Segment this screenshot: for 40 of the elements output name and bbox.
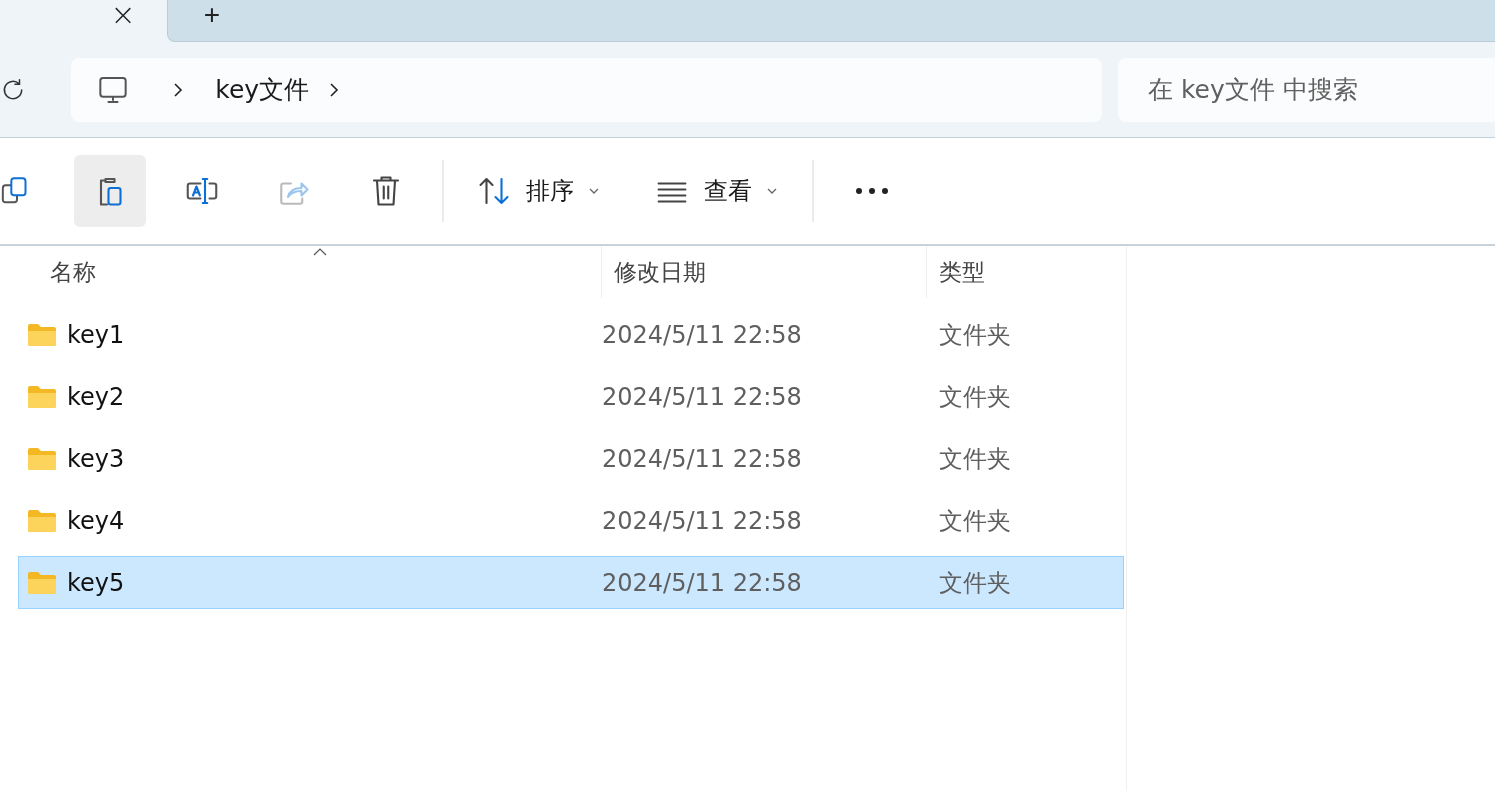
file-name: key3: [67, 444, 125, 473]
file-name: key2: [67, 382, 125, 411]
file-name: key1: [67, 320, 125, 349]
breadcrumb-item[interactable]: key文件: [215, 73, 310, 106]
modified-date: 2024/5/11 22:58: [602, 320, 803, 349]
new-tab-button[interactable]: +: [192, 0, 232, 30]
file-type: 文件夹: [938, 319, 1012, 351]
more-icon: [855, 187, 889, 195]
folder-icon: [27, 384, 57, 409]
column-header[interactable]: 类型: [926, 246, 1126, 298]
column-header[interactable]: 名称: [0, 246, 601, 298]
sort-menu-button[interactable]: 排序: [456, 161, 620, 221]
file-row[interactable]: key2 2024/5/11 22:58 文件夹: [18, 370, 1124, 423]
file-type: 文件夹: [938, 381, 1012, 413]
caret-icon: [588, 187, 600, 195]
file-row[interactable]: key4 2024/5/11 22:58 文件夹: [18, 494, 1124, 547]
file-type: 文件夹: [938, 443, 1012, 475]
folder-icon: [27, 508, 57, 533]
close-tab-button[interactable]: ×: [103, 0, 143, 30]
modified-date: 2024/5/11 22:58: [602, 506, 803, 535]
modified-date: 2024/5/11 22:58: [602, 382, 803, 411]
view-menu-button[interactable]: 查看: [634, 161, 798, 221]
file-type: 文件夹: [938, 505, 1012, 537]
file-row[interactable]: key1 2024/5/11 22:58 文件夹: [18, 308, 1124, 361]
column-header[interactable]: 修改日期: [601, 246, 926, 298]
folder-icon: [27, 570, 57, 595]
address-bar[interactable]: key文件: [71, 57, 1102, 122]
file-name: key4: [67, 506, 125, 535]
modified-date: 2024/5/11 22:58: [602, 444, 803, 473]
sort-ascending-icon: [313, 248, 327, 256]
folder-icon: [27, 322, 57, 347]
paste-button[interactable]: [74, 155, 146, 227]
file-row[interactable]: key3 2024/5/11 22:58 文件夹: [18, 432, 1124, 485]
caret-icon: [766, 187, 778, 195]
folder-icon: [27, 446, 57, 471]
search-field[interactable]: 在 key文件 中搜索: [1118, 57, 1495, 122]
file-name: key5: [67, 568, 125, 597]
modified-date: 2024/5/11 22:58: [602, 568, 803, 597]
file-type: 文件夹: [938, 567, 1012, 599]
file-row[interactable]: key5 2024/5/11 22:58 文件夹: [18, 556, 1124, 609]
